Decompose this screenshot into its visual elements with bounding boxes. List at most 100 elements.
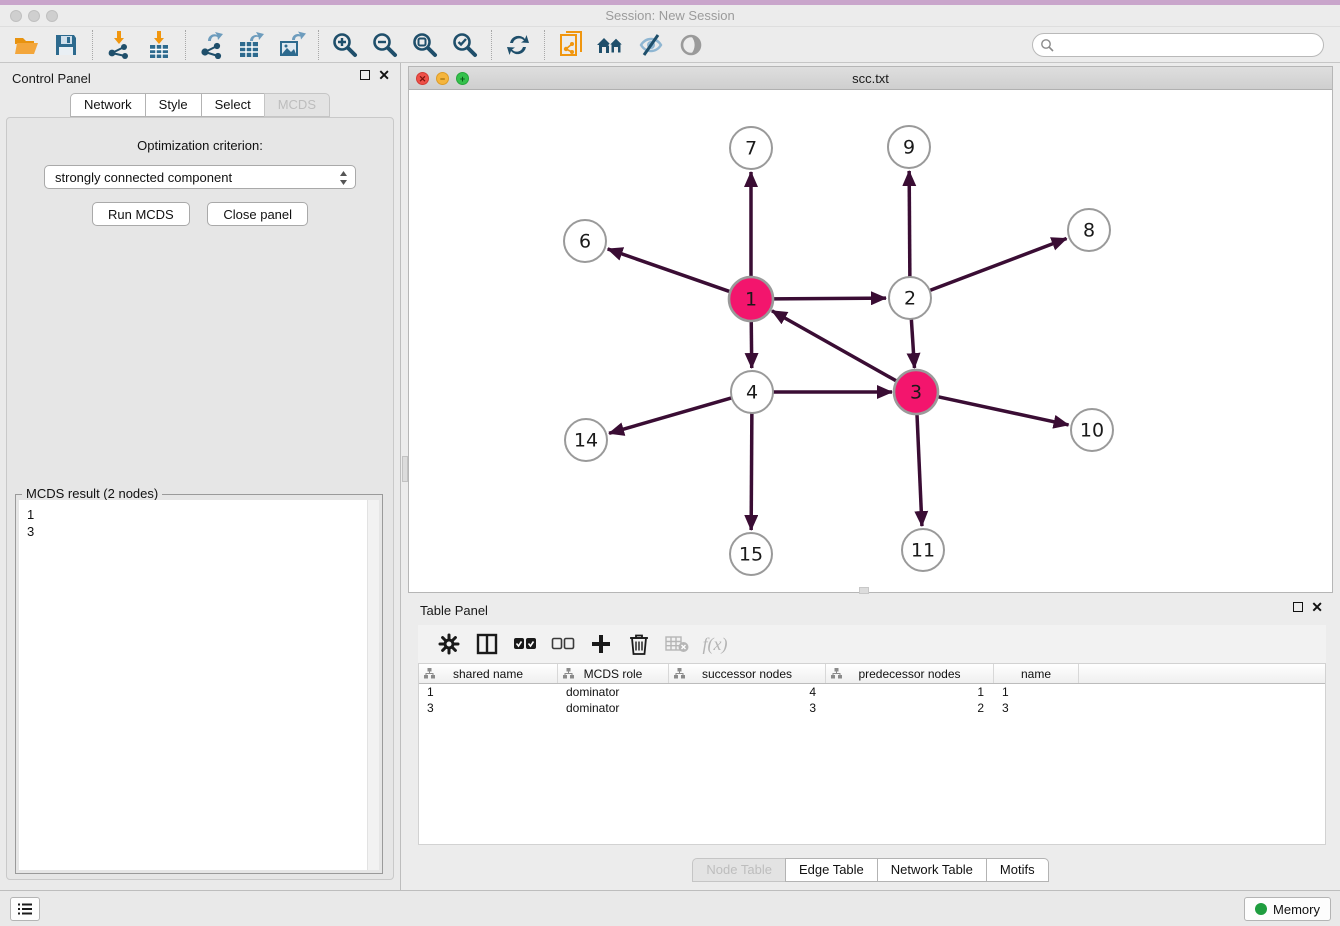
result-scrollbar[interactable]	[367, 500, 379, 870]
node-label-3: 3	[910, 382, 922, 404]
mcds-result-group: MCDS result (2 nodes) 1 3	[15, 494, 383, 874]
zoom-out-icon[interactable]	[365, 29, 405, 61]
column-header-successor-nodes[interactable]: successor nodes	[669, 664, 826, 683]
edge-1-2[interactable]	[772, 298, 886, 299]
import-network-icon[interactable]	[99, 29, 139, 61]
tab-edge-table[interactable]: Edge Table	[785, 858, 878, 882]
table-toolbar: f(x)	[418, 625, 1326, 663]
toolbar-separator	[544, 30, 545, 60]
memory-status-icon	[1255, 903, 1267, 915]
close-panel-button[interactable]: Close panel	[207, 202, 308, 226]
import-table-icon[interactable]	[139, 29, 179, 61]
show-columns-icon[interactable]	[468, 629, 506, 659]
network-window-titlebar[interactable]: ✕ − + scc.txt	[409, 67, 1332, 90]
run-mcds-button[interactable]: Run MCDS	[92, 202, 190, 226]
node-table[interactable]: shared nameMCDS role successor nodes prede…	[418, 663, 1326, 845]
horizontal-splitter-grip[interactable]	[859, 587, 869, 594]
table-cell: 3	[994, 700, 1079, 716]
table-row[interactable]: 1dominator411	[419, 684, 1325, 700]
zoom-fit-icon[interactable]	[405, 29, 445, 61]
show-all-icon[interactable]	[671, 29, 711, 61]
unselect-all-columns-icon[interactable]	[544, 629, 582, 659]
vertical-splitter-grip[interactable]	[402, 456, 408, 482]
hierarchy-icon	[674, 668, 685, 679]
node-label-10: 10	[1080, 420, 1104, 442]
node-label-2: 2	[904, 288, 916, 310]
column-label: successor nodes	[702, 667, 792, 681]
mcds-result-text: 1 3	[19, 500, 379, 546]
column-header-mcds-role[interactable]: MCDS role	[558, 664, 669, 683]
column-label: predecessor nodes	[858, 667, 960, 681]
toolbar-separator	[318, 30, 319, 60]
export-table-icon[interactable]	[232, 29, 272, 61]
node-label-14: 14	[574, 430, 598, 452]
criterion-selected-value: strongly connected component	[55, 170, 232, 185]
tab-select[interactable]: Select	[201, 93, 265, 117]
search-input[interactable]	[1032, 33, 1324, 57]
edge-3-10[interactable]	[937, 396, 1069, 425]
task-history-button[interactable]	[10, 897, 40, 921]
network-view-window: ✕ − + scc.txt 7968124314101511	[408, 66, 1333, 593]
column-header-shared-name[interactable]: shared name	[419, 664, 558, 683]
session-title: Session: New Session	[0, 8, 1340, 23]
add-column-icon[interactable]	[582, 629, 620, 659]
network-from-selection-icon[interactable]	[551, 29, 591, 61]
edge-1-4[interactable]	[751, 320, 752, 368]
column-header-predecessor-nodes[interactable]: predecessor nodes	[826, 664, 994, 683]
hierarchy-icon	[831, 668, 842, 679]
table-cell: 1	[994, 684, 1079, 700]
tab-mcds[interactable]: MCDS	[264, 93, 330, 117]
float-panel-icon[interactable]	[360, 70, 370, 80]
open-session-icon[interactable]	[6, 29, 46, 61]
select-all-columns-icon[interactable]	[506, 629, 544, 659]
control-panel-header: Control Panel ✕	[0, 63, 400, 93]
export-image-icon[interactable]	[272, 29, 312, 61]
close-panel-icon[interactable]: ✕	[378, 70, 390, 80]
edge-4-15[interactable]	[751, 413, 752, 530]
table-panel: Table Panel ✕	[408, 595, 1333, 890]
table-panel-title: Table Panel	[420, 603, 488, 618]
function-builder-icon[interactable]: f(x)	[696, 629, 734, 659]
zoom-selected-icon[interactable]	[445, 29, 485, 61]
column-header-name[interactable]: name	[994, 664, 1079, 683]
memory-button[interactable]: Memory	[1244, 897, 1331, 921]
float-table-panel-icon[interactable]	[1293, 602, 1303, 612]
hide-selected-icon[interactable]	[631, 29, 671, 61]
tab-style[interactable]: Style	[145, 93, 202, 117]
edge-4-14[interactable]	[609, 398, 732, 434]
edge-2-8[interactable]	[930, 239, 1067, 291]
delete-table-icon[interactable]	[658, 629, 696, 659]
table-cell: 1	[826, 684, 994, 700]
table-row[interactable]: 3dominator323	[419, 700, 1325, 716]
network-canvas[interactable]: 7968124314101511	[409, 90, 1332, 592]
tab-motifs[interactable]: Motifs	[986, 858, 1049, 882]
edge-3-1[interactable]	[772, 311, 898, 382]
first-neighbors-icon[interactable]	[591, 29, 631, 61]
edge-2-9[interactable]	[909, 171, 910, 277]
optimization-criterion-select[interactable]: strongly connected component	[44, 165, 356, 189]
export-network-icon[interactable]	[192, 29, 232, 61]
refresh-layout-icon[interactable]	[498, 29, 538, 61]
edge-2-3[interactable]	[911, 319, 914, 368]
control-panel: Control Panel ✕ NetworkStyleSelectMCDS O…	[0, 63, 401, 890]
node-label-1: 1	[745, 289, 757, 311]
save-session-icon[interactable]	[46, 29, 86, 61]
table-options-icon[interactable]	[430, 629, 468, 659]
fx-label: f(x)	[703, 634, 728, 655]
tab-network[interactable]: Network	[70, 93, 146, 117]
network-graph[interactable]: 7968124314101511	[409, 90, 1332, 593]
tab-network-table[interactable]: Network Table	[877, 858, 987, 882]
tab-node-table[interactable]: Node Table	[692, 858, 786, 882]
toolbar-separator	[185, 30, 186, 60]
table-cell: dominator	[558, 700, 669, 716]
edge-3-11[interactable]	[917, 413, 922, 526]
close-table-panel-icon[interactable]: ✕	[1311, 602, 1323, 612]
edge-1-6[interactable]	[608, 249, 732, 292]
toolbar-separator	[92, 30, 93, 60]
hierarchy-icon	[424, 668, 435, 679]
delete-columns-icon[interactable]	[620, 629, 658, 659]
table-cell: 1	[419, 684, 558, 700]
mcds-result-area[interactable]: 1 3	[19, 500, 379, 870]
zoom-in-icon[interactable]	[325, 29, 365, 61]
node-label-15: 15	[739, 544, 763, 566]
